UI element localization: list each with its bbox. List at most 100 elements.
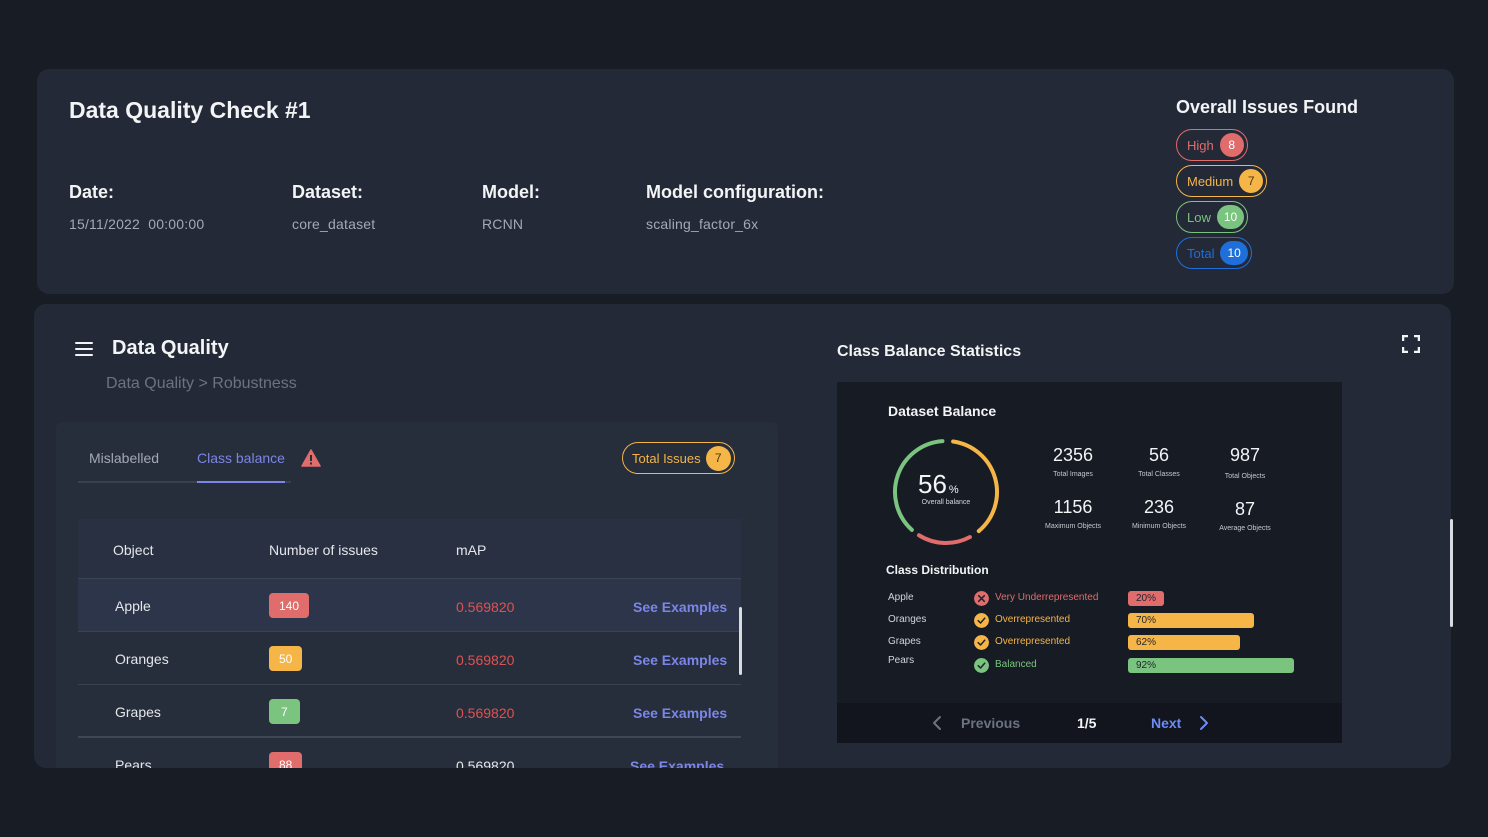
distribution-bar-track: 92%	[1128, 658, 1294, 673]
pill-label: Low	[1187, 209, 1211, 225]
see-examples-link[interactable]: See Examples	[633, 599, 727, 615]
meta-label: Model:	[482, 182, 540, 202]
total-issues-label: Total Issues	[632, 450, 701, 466]
check-circle-icon	[974, 658, 989, 673]
distribution-row: Apple Very Underrepresented 20%	[837, 590, 1342, 608]
distribution-bar: 62%	[1128, 635, 1240, 650]
pill-count: 10	[1220, 241, 1248, 265]
map-value: 0.569820	[456, 705, 515, 721]
chevron-left-icon[interactable]	[932, 715, 942, 731]
stat-value: 56	[1148, 445, 1170, 465]
meta-dataset: Dataset: core_dataset	[292, 182, 375, 232]
meta-date: Date: 15/11/2022 00:00:00	[69, 182, 204, 232]
stat-label: Maximum Objects	[1044, 523, 1101, 530]
tab-mislabelled[interactable]: Mislabelled	[89, 450, 159, 466]
pill-count: 7	[1239, 169, 1264, 193]
issue-count-badge: 50	[269, 646, 303, 671]
issues-table: Object Number of issues mAP Apple 140 0.…	[78, 519, 741, 768]
section-title: Data Quality	[112, 337, 229, 359]
pill-count: 10	[1216, 205, 1245, 229]
balance-gauge: 56% Overall balance	[891, 437, 1001, 547]
class-name: Pears	[888, 655, 915, 666]
meta-value: scaling_factor_6x	[646, 216, 759, 232]
stat-value: 236	[1143, 497, 1175, 517]
stat-value: 1156	[1053, 497, 1093, 517]
stat-total-classes: 56 Total Classes	[1119, 445, 1199, 478]
tab-class-balance[interactable]: Class balance	[197, 450, 285, 483]
pill-label: Medium	[1187, 173, 1234, 189]
check-circle-icon	[974, 635, 989, 650]
issue-pill-medium[interactable]: Medium 7	[1176, 165, 1268, 197]
issue-pill-high[interactable]: High 8	[1176, 129, 1248, 161]
stat-maximum-objects: 1156 Maximum Objects	[1033, 497, 1113, 530]
page-scrollbar[interactable]	[1450, 519, 1453, 627]
see-examples-link[interactable]: See Examples	[633, 705, 727, 721]
stat-label: Average Objects	[1219, 525, 1271, 532]
meta-label: Date:	[69, 182, 115, 202]
gauge-arc-red	[916, 533, 972, 545]
distribution-row: Oranges Overrepresented 70%	[837, 612, 1342, 630]
issue-pill-low[interactable]: Low 10	[1176, 201, 1249, 233]
object-name: Grapes	[115, 704, 161, 720]
map-value: 0.569820	[456, 599, 515, 615]
menu-icon[interactable]	[75, 342, 93, 356]
warning-icon	[301, 449, 321, 467]
x-circle-icon	[974, 591, 989, 606]
stat-value: 87	[1234, 499, 1256, 519]
table-row[interactable]: Apple 140 0.569820 See Examples	[78, 579, 741, 632]
gauge-value: 56%	[918, 469, 959, 500]
class-name: Apple	[888, 592, 914, 603]
pill-label: Total	[1187, 245, 1215, 261]
meta-value: RCNN	[482, 216, 524, 232]
total-issues-pill[interactable]: Total Issues 7	[622, 442, 735, 474]
gauge-arc-orange	[951, 439, 999, 534]
object-name: Pears	[115, 757, 152, 768]
class-status: Balanced	[995, 659, 1037, 670]
stat-label: Minimum Objects	[1131, 523, 1187, 530]
meta-value: core_dataset	[292, 216, 376, 232]
page-indicator: 1/5	[1077, 715, 1097, 731]
class-balance-statistics: Dataset Balance 56% Overall balance 2356…	[837, 382, 1342, 743]
see-examples-link[interactable]: See Examples	[633, 652, 727, 668]
map-value: 0.569820	[456, 758, 515, 768]
class-status: Overrepresented	[995, 636, 1071, 647]
table-row[interactable]: Pears 88 0.569820 See Examples	[78, 738, 741, 768]
breadcrumb[interactable]: Data Quality > Robustness	[106, 375, 297, 393]
meta-value: 15/11/2022 00:00:00	[69, 216, 205, 232]
issue-pill-total[interactable]: Total 10	[1176, 237, 1252, 269]
stat-value: 987	[1229, 445, 1261, 465]
class-name: Grapes	[888, 636, 921, 647]
see-examples-link[interactable]: See Examples	[630, 758, 724, 768]
issue-count-badge: 7	[269, 699, 300, 724]
map-value: 0.569820	[456, 652, 515, 668]
distribution-row: Pears Balanced 92%	[837, 655, 1342, 675]
class-status: Overrepresented	[995, 614, 1071, 625]
data-quality-card: Data Quality Data Quality > Robustness M…	[34, 304, 1451, 768]
stats-title: Class Balance Statistics	[837, 343, 1022, 360]
table-header: Object Number of issues mAP	[78, 519, 741, 579]
meta-model: Model: RCNN	[482, 182, 540, 232]
distribution-bar-track: 20%	[1128, 591, 1293, 606]
distribution-bar: 92%	[1128, 658, 1294, 673]
stat-average-objects: 87 Average Objects	[1205, 499, 1285, 532]
next-button[interactable]: Next	[1151, 715, 1181, 731]
stat-total-objects: 987 Total Objects	[1205, 445, 1285, 480]
table-row[interactable]: Grapes 7 0.569820 See Examples	[78, 685, 741, 738]
fullscreen-icon[interactable]	[1402, 335, 1420, 353]
distribution-bar: 20%	[1128, 591, 1164, 606]
pill-count: 8	[1219, 133, 1244, 157]
stat-label: Total Objects	[1224, 473, 1266, 480]
issue-count-badge: 140	[269, 593, 310, 618]
page-title: Data Quality Check #1	[69, 97, 311, 123]
object-name: Apple	[115, 598, 151, 614]
stat-value: 2356	[1052, 445, 1094, 465]
table-scrollbar[interactable]	[739, 607, 742, 675]
stat-total-images: 2356 Total Images	[1033, 445, 1113, 478]
table-row[interactable]: Oranges 50 0.569820 See Examples	[78, 632, 741, 685]
meta-model-configuration: Model configuration: scaling_factor_6x	[646, 182, 824, 232]
object-name: Oranges	[115, 651, 169, 667]
issues-panel: Mislabelled Class balance Total Issues 7…	[56, 422, 778, 768]
meta-label: Model configuration:	[646, 182, 824, 202]
previous-button[interactable]: Previous	[961, 715, 1020, 731]
chevron-right-icon[interactable]	[1199, 715, 1209, 731]
